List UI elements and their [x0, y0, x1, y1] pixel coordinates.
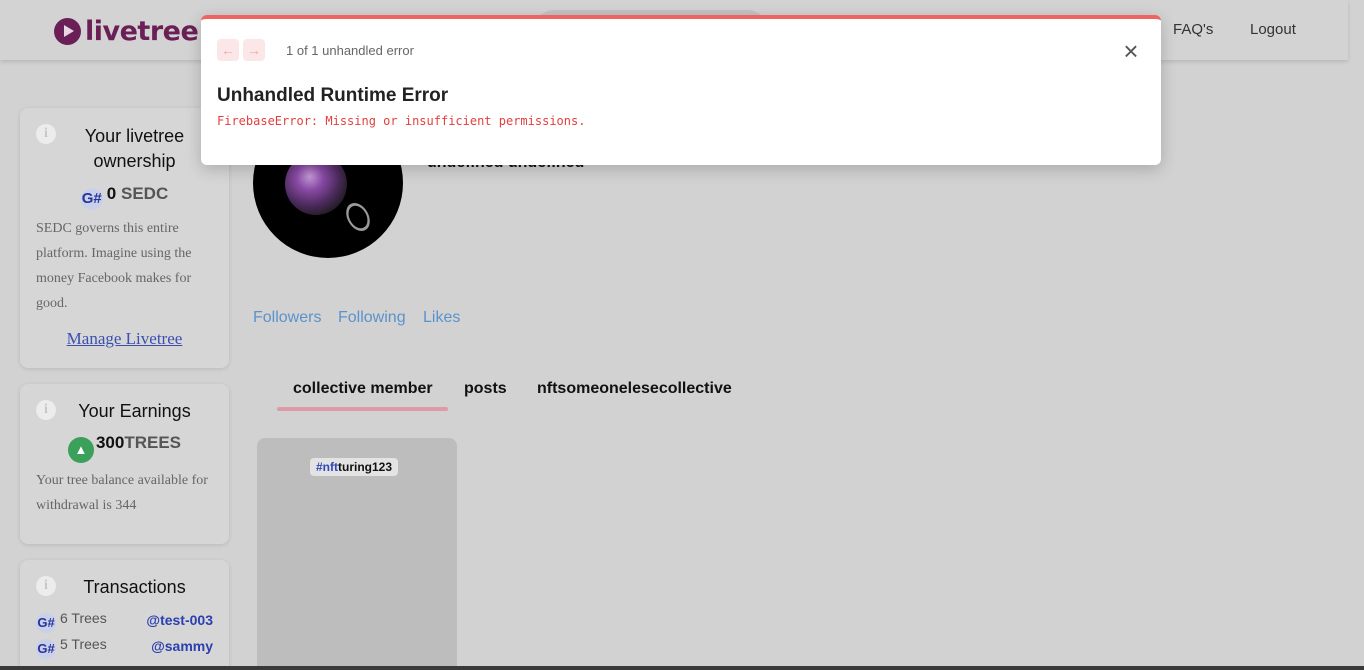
bottom-scrollbar[interactable]	[0, 666, 1364, 670]
transaction-row: G# 6 Trees @test-003	[36, 610, 213, 633]
likes-link[interactable]: Likes	[423, 309, 460, 327]
transaction-user-link[interactable]: @test-003	[146, 612, 213, 628]
active-tab-indicator	[277, 407, 448, 411]
ownership-card: i Your livetree ownership G# 0 SEDC SEDC …	[20, 108, 229, 368]
previous-error-arrow-icon[interactable]: ←	[217, 39, 239, 61]
manage-livetree-link[interactable]: Manage Livetree	[20, 329, 229, 349]
transactions-title: Transactions	[83, 577, 186, 597]
tab-collective-member[interactable]: collective member	[293, 380, 433, 398]
transaction-user-link[interactable]: @sammy	[151, 638, 213, 654]
nav-logout-link[interactable]: Logout	[1250, 21, 1296, 38]
earnings-title: Your Earnings	[78, 401, 191, 421]
post-tag-hash: #nft	[316, 460, 338, 474]
sedc-coin-icon: G#	[80, 188, 103, 210]
tree-icon: ▲	[67, 437, 94, 463]
runtime-error-dialog: ← → 1 of 1 unhandled error × Unhandled R…	[201, 15, 1161, 165]
post-card[interactable]: #nftturing123	[257, 438, 457, 670]
transaction-row: G# 5 Trees @sammy	[36, 636, 213, 659]
sedc-unit: SEDC	[120, 184, 169, 203]
error-message: FirebaseError: Missing or insufficient p…	[217, 114, 586, 128]
next-error-arrow-icon[interactable]: →	[243, 39, 265, 61]
earnings-card: i Your Earnings ▲ 300TREES Your tree bala…	[20, 384, 229, 544]
tab-nftsomeonelesecollective[interactable]: nftsomeonelesecollective	[537, 380, 732, 398]
close-icon[interactable]: ×	[1119, 38, 1143, 64]
sedc-amount: 0	[106, 184, 117, 203]
trees-coin-icon: G#	[36, 639, 56, 659]
trees-amount: 300	[95, 433, 125, 452]
error-count: 1 of 1 unhandled error	[286, 43, 414, 58]
ownership-description: SEDC governs this entire platform. Imagi…	[36, 221, 192, 311]
trees-unit: TREES	[124, 433, 182, 452]
sedc-balance: G# 0 SEDC	[20, 184, 229, 210]
lens-ring-image	[341, 198, 375, 236]
tab-posts[interactable]: posts	[464, 380, 507, 398]
post-tag-text: turing123	[338, 460, 393, 474]
error-title: Unhandled Runtime Error	[217, 85, 449, 106]
logo-text: livetree	[85, 16, 199, 47]
post-tag[interactable]: #nftturing123	[310, 458, 399, 476]
transaction-amount: 5 Trees	[60, 636, 107, 652]
following-link[interactable]: Following	[338, 309, 406, 327]
ownership-title: Your livetree ownership	[84, 126, 185, 171]
trees-balance: ▲ 300TREES	[20, 433, 229, 463]
trees-coin-icon: G#	[36, 613, 56, 633]
transaction-amount: 6 Trees	[60, 610, 107, 626]
livetree-play-icon	[54, 18, 81, 45]
nav-faq-link[interactable]: FAQ's	[1173, 21, 1213, 38]
followers-link[interactable]: Followers	[253, 309, 321, 327]
earnings-description: Your tree balance available for withdraw…	[36, 473, 208, 513]
livetree-logo[interactable]: livetree	[54, 16, 199, 47]
transactions-card: i Transactions G# 6 Trees @test-003 G# 5 T…	[20, 560, 229, 670]
